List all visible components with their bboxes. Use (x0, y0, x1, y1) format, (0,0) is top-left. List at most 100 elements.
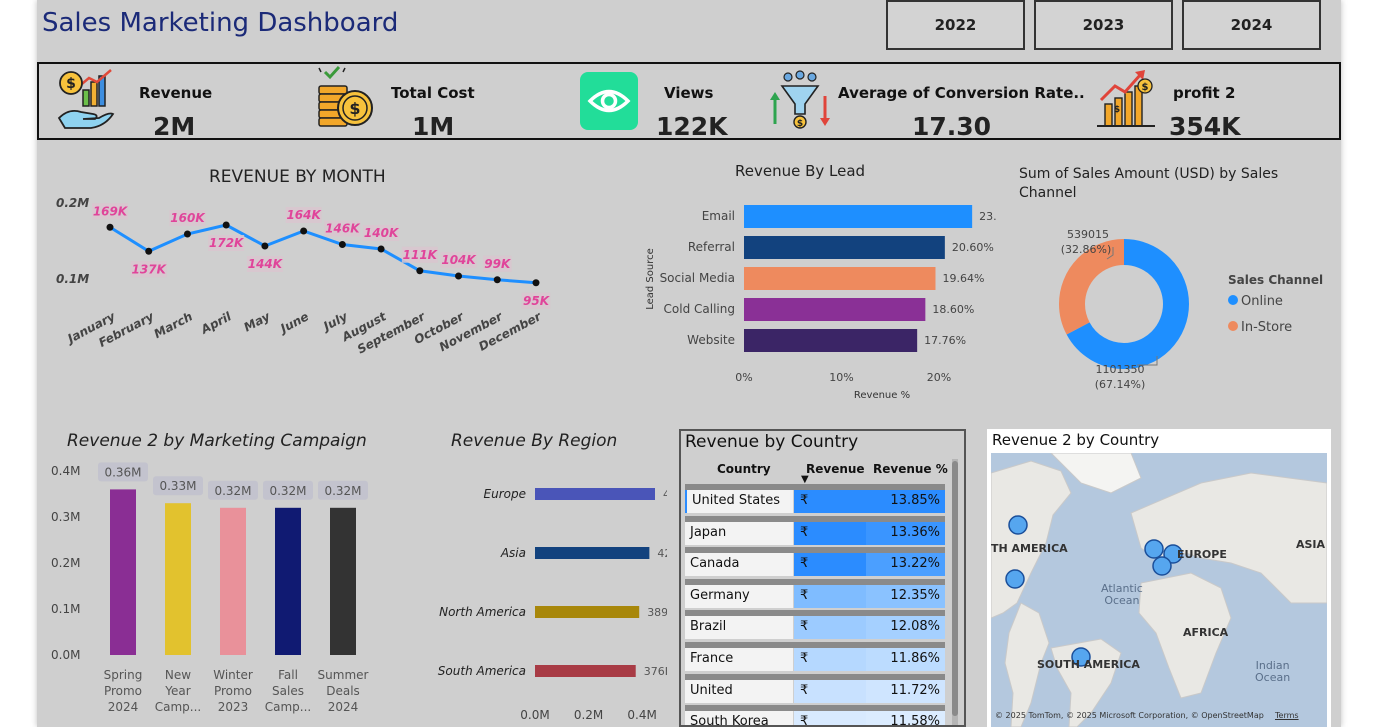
country-cell: United States (685, 489, 793, 513)
country-cell: South Korea (685, 710, 793, 725)
year-filter-2022-button[interactable]: 2022 (886, 0, 1025, 50)
revenue-cell: ₹ 2,27,117 (794, 489, 866, 532)
bar (330, 507, 356, 655)
category-label: Email (702, 209, 735, 223)
data-label: 0.32M (324, 484, 361, 498)
data-point (377, 245, 385, 253)
data-point (261, 242, 269, 250)
x-tick-label: May (241, 309, 273, 335)
table-row[interactable]: Japan₹ 2,19,07113.36% (685, 520, 945, 564)
x-tick-label: Fall (278, 668, 298, 682)
column-header-revenue-pct[interactable]: Revenue % (873, 462, 948, 476)
x-tick-label: Year (164, 684, 190, 698)
bar (535, 665, 636, 677)
x-tick-label: Spring (104, 668, 143, 682)
y-axis-title: Lead Source (645, 248, 656, 310)
x-tick-label: 0.0M (520, 708, 549, 722)
table-row[interactable]: United Kingdom₹ 1,92,20011.72% (685, 678, 945, 722)
legend-label-online: Online (1241, 294, 1283, 309)
row-separator (685, 610, 945, 617)
data-point (300, 227, 308, 235)
country-cell: Canada (685, 552, 793, 577)
x-tick-label: 20% (927, 371, 951, 384)
table-row[interactable]: France₹ 1,94,53811.86% (685, 647, 945, 690)
x-tick-label: 0.4M (627, 708, 656, 722)
x-tick-label: Promo (214, 684, 252, 698)
data-label: 17.76% (924, 334, 966, 347)
revenue-by-country-table: Revenue by Country Country Revenue ▼ Rev… (679, 429, 966, 727)
row-separator (685, 642, 945, 648)
map-label-indian-ocean: Indian Ocean (1255, 659, 1291, 684)
y-tick-label: 0.2M (51, 556, 80, 570)
column-header-country[interactable]: Country (717, 462, 771, 476)
map-bubble-united-kingdom (1144, 539, 1164, 559)
data-label: 169K (93, 204, 129, 218)
x-tick-label: Camp... (265, 700, 311, 714)
bar (535, 606, 640, 618)
revenue-by-country-map[interactable]: Revenue 2 by Country TH AMERICA EUROPE A… (987, 429, 1331, 727)
x-tick-label: 2023 (218, 700, 249, 714)
y-tick-label: 0.3M (51, 510, 80, 524)
x-tick-label: Promo (104, 684, 142, 698)
table-row[interactable]: Canada₹ 2,16,79413.22% (685, 552, 945, 595)
page-title: Sales Marketing Dashboard (42, 8, 399, 38)
bar (535, 488, 655, 500)
table-row[interactable]: Germany₹ 2,02,53012.35% (685, 583, 945, 627)
kpi-total-cost-label: Total Cost (391, 84, 475, 102)
column-header-revenue[interactable]: Revenue (806, 462, 865, 476)
data-point (183, 230, 191, 238)
kpi-views-label: Views (664, 84, 714, 102)
world-map[interactable] (991, 453, 1327, 727)
revenue-cell: ₹ 2,02,530 (794, 583, 866, 627)
svg-text:$: $ (66, 76, 76, 92)
x-tick-label: Camp... (155, 700, 201, 714)
table-row[interactable]: South Korea₹ 1,90,02911.58% (685, 710, 945, 725)
slice-pct-label: (67.14%) (1095, 378, 1146, 391)
svg-text:$: $ (349, 99, 360, 118)
bar (744, 236, 945, 259)
x-tick-label: Sales (272, 684, 304, 698)
revenue-pct-cell: 13.36% (866, 520, 945, 545)
map-terms-link[interactable]: Terms (1275, 711, 1299, 720)
legend-marker-online (1228, 295, 1238, 305)
revenue-cell: ₹ 1,98,086 (794, 615, 866, 658)
y-tick-label: 0.0M (51, 648, 80, 662)
bar (110, 489, 136, 655)
svg-text:$: $ (1142, 82, 1149, 93)
year-filter-2024-button[interactable]: 2024 (1182, 0, 1321, 50)
data-label: 20.60% (952, 241, 994, 254)
revenue-pct-cell: 12.08% (866, 615, 945, 640)
table-row[interactable]: Brazil₹ 1,98,08612.08% (685, 615, 945, 658)
eye-icon (580, 72, 638, 130)
table-scrollbar-thumb[interactable] (952, 461, 958, 716)
year-filter-2023-button[interactable]: 2023 (1034, 0, 1173, 50)
data-label: 0.32M (214, 484, 251, 498)
data-label: 19.64% (942, 272, 984, 285)
revenue-pct-cell: 13.22% (866, 552, 945, 577)
category-label: Europe (484, 487, 526, 501)
map-label-atlantic-ocean: Atlantic Ocean (1101, 582, 1143, 607)
map-attribution: © 2025 TomTom, © 2025 Microsoft Corporat… (995, 711, 1264, 720)
table-row[interactable]: United States₹ 2,27,11713.85% (685, 489, 945, 532)
map-bubble-canada (1008, 515, 1028, 535)
revenue-pct-cell: 11.58% (866, 710, 945, 725)
revenue-by-month-title: REVENUE BY MONTH (209, 167, 386, 187)
data-label: 99K (484, 257, 512, 271)
bar (744, 205, 973, 228)
kpi-profit-label: profit 2 (1173, 84, 1236, 102)
category-label: South America (438, 664, 526, 678)
data-label: 0.32M (269, 484, 306, 498)
country-cell: France (685, 647, 793, 671)
data-label: 160K (170, 211, 206, 225)
x-tick-label: 0.2M (574, 708, 603, 722)
x-tick-label: 2024 (108, 700, 139, 714)
x-tick-label: Winter (213, 668, 253, 682)
category-label: Cold Calling (664, 302, 735, 316)
svg-text:$: $ (1114, 105, 1120, 115)
bar (744, 298, 926, 321)
legend-label-in-store: In-Store (1241, 320, 1292, 335)
kpi-band: $ Revenue 2M $ Total Cost 1M Views 122K … (37, 62, 1341, 141)
country-cell: Brazil (685, 615, 793, 640)
map-label-north-america: TH AMERICA (991, 542, 1068, 555)
data-point (416, 267, 424, 275)
